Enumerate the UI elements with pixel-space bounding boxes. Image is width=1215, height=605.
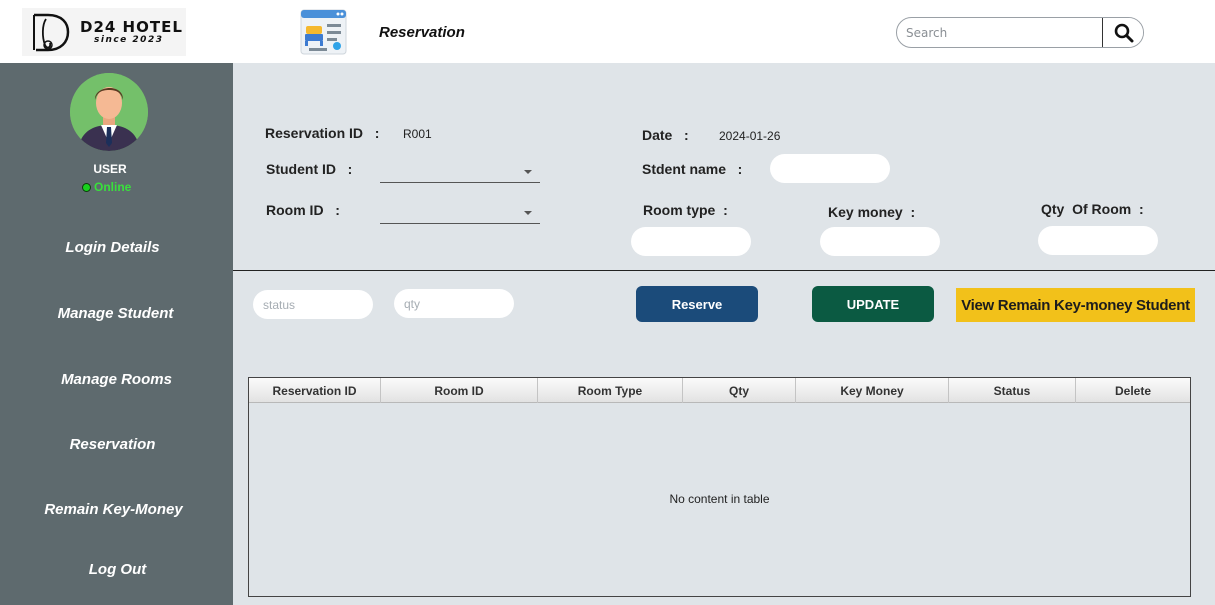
nav-login-details[interactable]: Login Details <box>0 239 225 256</box>
logo-name: D24 HOTEL <box>80 18 183 36</box>
reservation-panel: Reservation ID : R001 Date : 2024-01-26 … <box>233 63 1215 605</box>
online-status: Online <box>82 180 131 194</box>
date-label: Date : <box>642 127 689 143</box>
online-text: Online <box>94 180 132 194</box>
section-divider <box>233 270 1215 271</box>
reservation-table[interactable]: Reservation ID Room ID Room Type Qty Key… <box>248 377 1191 597</box>
column-status[interactable]: Status <box>949 378 1076 403</box>
update-button[interactable]: UPDATE <box>812 286 934 322</box>
logo-mark-icon <box>33 13 70 52</box>
student-name-field[interactable] <box>770 154 890 183</box>
date-value: 2024-01-26 <box>719 129 781 143</box>
table-empty-message: No content in table <box>669 492 770 506</box>
column-room-id[interactable]: Room ID <box>381 378 538 403</box>
sidebar: USER Online Login Details Manage Student… <box>0 63 233 605</box>
nav-reservation[interactable]: Reservation <box>0 436 225 453</box>
user-avatar <box>70 73 148 151</box>
chevron-down-icon <box>524 170 532 174</box>
search-button[interactable] <box>1102 18 1143 47</box>
reservation-id-value: R001 <box>403 127 432 141</box>
view-remain-key-money-button[interactable]: View Remain Key-money Student <box>956 288 1195 322</box>
key-money-label: Key money : <box>828 204 916 220</box>
search-icon <box>1114 23 1133 42</box>
room-id-label: Room ID : <box>266 202 340 218</box>
reservation-icon <box>300 9 347 55</box>
top-header: D24 HOTEL since 2023 Reservation <box>0 0 1215 63</box>
search-input[interactable] <box>897 18 1103 47</box>
logo-since: since 2023 <box>94 35 164 45</box>
qty-of-room-label: Qty Of Room : <box>1041 201 1144 217</box>
nav-log-out[interactable]: Log Out <box>5 561 230 578</box>
search-box <box>896 17 1144 48</box>
column-key-money[interactable]: Key Money <box>796 378 949 403</box>
key-money-field[interactable] <box>820 227 940 256</box>
column-room-type[interactable]: Room Type <box>538 378 683 403</box>
reservation-id-label: Reservation ID : <box>265 125 380 141</box>
column-reservation-id[interactable]: Reservation ID <box>249 378 381 403</box>
column-delete[interactable]: Delete <box>1076 378 1190 403</box>
room-type-label: Room type : <box>643 202 728 218</box>
page-title: Reservation <box>379 24 465 41</box>
user-label: USER <box>93 162 127 176</box>
student-id-label: Student ID : <box>266 161 353 177</box>
nav-manage-rooms[interactable]: Manage Rooms <box>4 371 229 388</box>
nav-manage-student[interactable]: Manage Student <box>3 305 228 322</box>
qty-field[interactable] <box>394 289 514 318</box>
room-type-field[interactable] <box>631 227 751 256</box>
reserve-button[interactable]: Reserve <box>636 286 758 322</box>
column-qty[interactable]: Qty <box>683 378 796 403</box>
nav-remain-key-money[interactable]: Remain Key-Money <box>1 501 226 518</box>
online-dot-icon <box>82 182 91 192</box>
qty-of-room-field[interactable] <box>1038 226 1158 255</box>
status-field[interactable] <box>253 290 373 319</box>
avatar-icon <box>70 73 148 151</box>
hotel-logo: D24 HOTEL since 2023 <box>22 8 186 56</box>
table-header: Reservation ID Room ID Room Type Qty Key… <box>249 378 1190 403</box>
room-id-combo[interactable] <box>380 202 540 224</box>
student-name-label: Stdent name : <box>642 161 743 177</box>
chevron-down-icon <box>524 211 532 215</box>
student-id-combo[interactable] <box>380 161 540 183</box>
